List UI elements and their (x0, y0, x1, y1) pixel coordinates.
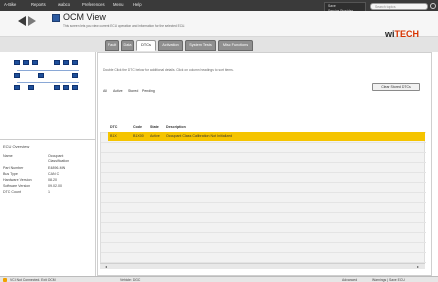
tab-data[interactable]: Data (121, 40, 134, 51)
panel-title: ECU Overview (3, 144, 30, 149)
network-node-icon (23, 60, 29, 65)
network-node-icon (14, 85, 20, 90)
tab-fault[interactable]: Fault (105, 40, 119, 51)
network-node-icon (14, 73, 20, 78)
vehicle-network-diagram (14, 58, 82, 93)
menu-item-help[interactable]: Help (133, 2, 142, 7)
table-row (101, 213, 426, 223)
network-node-icon (72, 85, 78, 90)
network-bus-line (17, 70, 79, 71)
info-label: Part Number (3, 166, 24, 170)
column-header-state[interactable]: State (150, 125, 159, 129)
column-header-description[interactable]: Description (166, 125, 186, 129)
info-value: 1 (48, 190, 50, 194)
status-vehicle: Vehicle: DGC (120, 278, 141, 282)
logo-line-1: Save (328, 4, 336, 8)
info-value: E4896-MN (48, 166, 66, 170)
menu-item-preferences[interactable]: Preferences (82, 2, 105, 7)
page-title: OCM View (63, 12, 106, 22)
cell-code: B1X00 (133, 134, 144, 138)
info-value: Classification (48, 159, 70, 163)
brand-right: TECH (394, 29, 420, 39)
table-row (101, 243, 426, 253)
info-value: CAN C (48, 172, 60, 176)
search-icon[interactable] (430, 3, 436, 9)
clear-stored-dtcs-button[interactable]: Clear Stored DTCs (372, 83, 420, 91)
back-arrow-icon[interactable] (18, 16, 26, 26)
info-label: Software Version (3, 184, 31, 188)
table-row (101, 253, 426, 263)
info-label: Name (3, 154, 13, 158)
status-mode[interactable]: Advanced (342, 278, 357, 282)
scroll-left-icon[interactable]: ◂ (105, 264, 107, 269)
menu-item-menu[interactable]: Menu (113, 2, 123, 7)
column-header-code[interactable]: Code (133, 125, 142, 129)
status-connection: VCI Not Connected. Exit OCM (10, 278, 56, 282)
filter-pending[interactable]: Pending (142, 89, 155, 93)
divider (0, 139, 95, 140)
ecu-overview-panel: ECU Overview Name Occupant Classificatio… (0, 52, 96, 276)
page-subtitle: This screen lets you view current ECU op… (63, 24, 186, 28)
network-node-icon (28, 85, 34, 90)
menu-item-reports[interactable]: Reports (31, 2, 46, 7)
cell-description: Occupant Class Calibration Not Initializ… (166, 134, 233, 138)
tab-activation[interactable]: Activation (158, 40, 183, 51)
table-row (101, 143, 426, 153)
table-row (101, 223, 426, 233)
table-row (101, 233, 426, 243)
info-label: Bus Type (3, 172, 18, 176)
search-input[interactable]: Search topics (370, 3, 428, 10)
network-node-icon (38, 73, 44, 78)
menu-item-wabco[interactable]: wabco (58, 2, 70, 7)
search-placeholder: Search topics (375, 5, 396, 9)
table-row-selected[interactable]: B1X B1X00 Active Occupant Class Calibrat… (108, 132, 425, 141)
cell-dtc: B1X (110, 134, 117, 138)
info-value: 08.20 (48, 178, 57, 182)
menu-item-a-bike[interactable]: A-Bike (4, 2, 16, 7)
network-node-icon (14, 60, 20, 65)
horizontal-scrollbar[interactable]: ◂ ▸ (100, 263, 425, 269)
table-row (101, 193, 426, 203)
cell-state: Active (150, 134, 160, 138)
filter-active[interactable]: Active (113, 89, 123, 93)
table-row (101, 153, 426, 163)
warning-icon (3, 278, 7, 282)
network-node-icon (54, 60, 60, 65)
forward-arrow-icon[interactable] (28, 16, 36, 26)
network-bus-line (17, 82, 79, 83)
status-warnings[interactable]: Warnings | Save ECU (372, 278, 405, 282)
brand-logo: wiTECH (385, 29, 419, 39)
info-value: Occupant (48, 154, 64, 158)
dtc-table (100, 122, 426, 263)
table-row (101, 163, 426, 173)
status-bar: VCI Not Connected. Exit OCM Vehicle: DGC… (0, 276, 438, 282)
brand-left: wi (385, 29, 395, 39)
network-node-icon (72, 60, 78, 65)
column-header-dtc[interactable]: DTC (110, 125, 117, 129)
scroll-right-icon[interactable]: ▸ (417, 264, 419, 269)
dtc-description: Double Click the DTC below for additiona… (103, 68, 234, 72)
info-label: DTC Count (3, 190, 21, 194)
tab-misc-functions[interactable]: Misc Functions (218, 40, 253, 51)
info-label: Hardware Version (3, 178, 32, 182)
nav-arrows (17, 14, 38, 28)
table-row (101, 183, 426, 193)
network-node-icon (72, 73, 78, 78)
table-row (101, 173, 426, 183)
ocm-app-icon (52, 14, 60, 22)
network-node-icon (32, 60, 38, 65)
table-header: DTC Code State Description (100, 122, 425, 132)
filter-all[interactable]: All (103, 89, 107, 93)
network-node-icon (54, 85, 60, 90)
tab-dtcs[interactable]: DTCs (136, 40, 156, 51)
filter-stored[interactable]: Stored (128, 89, 138, 93)
table-row (101, 203, 426, 213)
tab-system-tests[interactable]: System Tests (185, 40, 216, 51)
network-node-icon (63, 85, 69, 90)
info-value: 09.02.00 (48, 184, 62, 188)
network-node-icon (63, 60, 69, 65)
